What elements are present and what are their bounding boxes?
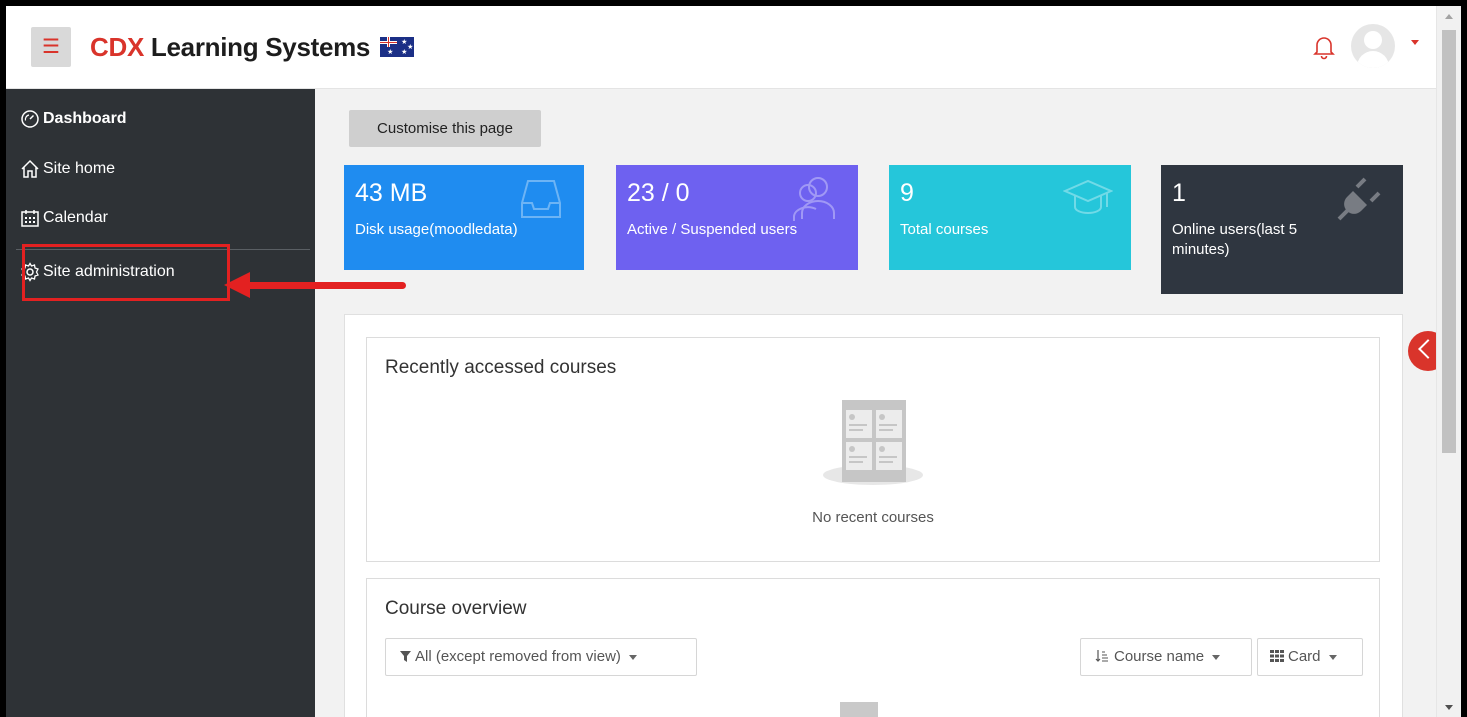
user-avatar[interactable] [1351, 24, 1395, 68]
chevron-left-icon [1418, 339, 1438, 359]
scrollbar-thumb[interactable] [1442, 30, 1456, 453]
sidebar-item-label: Site home [43, 160, 116, 177]
stat-value: 1 [1172, 179, 1186, 207]
sort-icon [1095, 650, 1108, 662]
chevron-down-icon [628, 654, 637, 660]
stat-card-users[interactable]: 23 / 0 Active / Suspended users [616, 165, 858, 270]
annotation-arrow-head [224, 272, 250, 298]
users-icon [793, 177, 835, 221]
top-navbar: ☰ CDX Learning Systems ★ ★ ★ ★ [6, 6, 1436, 89]
plug-icon [1337, 177, 1381, 221]
empty-courses-icon [823, 400, 923, 485]
annotation-highlight-box [22, 244, 230, 301]
sidebar-nav: Dashboard Site home Calendar Site admini… [6, 89, 315, 717]
course-overview-block: Course overview All (except removed from… [366, 578, 1380, 717]
view-label: Card [1288, 648, 1321, 665]
calendar-icon [21, 210, 39, 227]
block-title: Recently accessed courses [385, 357, 617, 378]
sidebar-item-site-home[interactable]: Site home [20, 159, 115, 179]
course-sort-dropdown[interactable]: Course name [1080, 638, 1252, 676]
annotation-arrow [246, 282, 406, 289]
grid-icon [1270, 650, 1284, 662]
browser-frame: ☰ CDX Learning Systems ★ ★ ★ ★ Dashboard… [6, 6, 1461, 717]
stat-value: 9 [900, 179, 914, 207]
stat-label: Total courses [900, 221, 989, 238]
page-scrollbar[interactable] [1436, 6, 1461, 717]
australia-flag-icon: ★ ★ ★ ★ [380, 37, 415, 57]
filter-icon [400, 651, 411, 662]
stat-label: Disk usage(moodledata) [355, 221, 518, 238]
chevron-down-icon [1212, 654, 1221, 660]
recent-courses-block: Recently accessed courses No recent cour… [366, 337, 1380, 562]
filter-label: All (except removed from view) [415, 648, 621, 665]
stat-value: 23 / 0 [627, 179, 690, 207]
brand-prefix: CDX [90, 31, 144, 62]
scroll-down-arrow-icon[interactable] [1445, 705, 1453, 710]
stat-card-total-courses[interactable]: 9 Total courses [889, 165, 1131, 270]
empty-state-text: No recent courses [812, 509, 934, 526]
customise-page-button[interactable]: Customise this page [349, 110, 541, 147]
stat-value: 43 MB [355, 179, 428, 207]
bell-icon[interactable] [1313, 34, 1335, 60]
inbox-tray-icon [521, 180, 561, 218]
sidebar-item-calendar[interactable]: Calendar [20, 208, 108, 228]
sort-label: Course name [1114, 648, 1205, 665]
stat-card-online-users[interactable]: 1 Online users(last 5 minutes) [1161, 165, 1403, 294]
sidebar-item-label: Dashboard [43, 110, 127, 127]
sidebar-item-label: Calendar [43, 209, 108, 226]
brand-name: CDX Learning Systems [90, 32, 370, 63]
sidebar-item-dashboard[interactable]: Dashboard [20, 109, 127, 129]
stat-card-disk-usage[interactable]: 43 MB Disk usage(moodledata) [344, 165, 584, 270]
stat-label: Online users(last 5 minutes) [1172, 221, 1298, 258]
dashboard-gauge-icon [21, 110, 39, 128]
graduation-cap-icon [1063, 179, 1113, 214]
block-title: Course overview [385, 598, 527, 619]
chevron-down-icon[interactable] [1411, 40, 1419, 45]
course-filter-dropdown[interactable]: All (except removed from view) [385, 638, 697, 676]
brand-suffix: Learning Systems [144, 31, 371, 62]
site-brand[interactable]: CDX Learning Systems ★ ★ ★ ★ [90, 32, 415, 63]
scroll-up-arrow-icon[interactable] [1445, 14, 1453, 19]
chevron-down-icon [1328, 654, 1337, 660]
home-icon [21, 159, 39, 178]
empty-courses-icon [840, 702, 878, 717]
course-view-dropdown[interactable]: Card [1257, 638, 1363, 676]
stat-label: Active / Suspended users [627, 221, 798, 238]
hamburger-icon[interactable]: ☰ [31, 27, 71, 67]
